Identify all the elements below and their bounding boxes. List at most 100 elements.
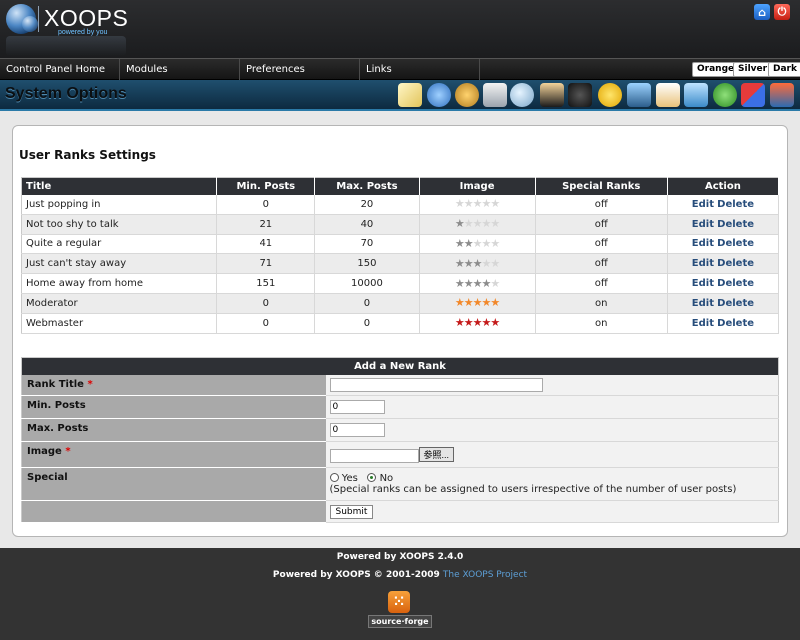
logo-text[interactable]: XOOPS (44, 5, 128, 32)
delete-link[interactable]: Delete (717, 219, 754, 230)
rank-star-icon: ★ (463, 217, 474, 231)
rank-special-cell: off (535, 234, 668, 255)
xoops-project-link[interactable]: The XOOPS Project (443, 570, 527, 580)
theme-dark-button[interactable]: Dark (768, 62, 800, 77)
rank-min-cell: 0 (216, 194, 316, 215)
delete-link[interactable]: Delete (717, 278, 754, 289)
delete-link[interactable]: Delete (717, 298, 754, 309)
nav-modules[interactable]: Modules (120, 59, 240, 80)
rank-image-cell: ★★★★★ (419, 313, 536, 334)
magnifier-icon[interactable] (510, 83, 534, 107)
rank-star-icon: ★ (454, 256, 465, 270)
display-icon[interactable] (770, 83, 794, 107)
rank-action-cell: Edit Delete (667, 273, 780, 294)
users-icon[interactable] (455, 83, 479, 107)
theme-silver-button[interactable]: Silver (733, 62, 773, 77)
rank-star-icon: ★ (472, 296, 483, 310)
required-mark: * (65, 446, 71, 457)
delete-link[interactable]: Delete (717, 258, 754, 269)
submit-button[interactable]: Submit (329, 504, 374, 519)
rank-special-cell: off (535, 214, 668, 235)
rank-min-cell: 71 (216, 253, 316, 275)
rank-title-cell: Just popping in (21, 194, 218, 215)
edit-link[interactable]: Edit (692, 258, 714, 269)
min-posts-label: Min. Posts (21, 395, 326, 419)
notepad-icon[interactable] (398, 83, 422, 107)
rank-star-icon: ★ (472, 316, 483, 330)
sourceforge-badge[interactable]: ⁙ source·forge (368, 591, 432, 629)
rank-max-cell: 10000 (314, 273, 420, 294)
special-cell: Yes No (Special ranks can be assigned to… (325, 467, 779, 501)
nav-links[interactable]: Links (360, 59, 480, 80)
form-row-submit: Submit (21, 500, 779, 523)
rank-star-icon: ★ (454, 276, 465, 290)
monitor-icon[interactable] (627, 83, 651, 107)
top-nav: Control Panel Home Modules Preferences L… (0, 58, 800, 80)
form-row-rank-title: Rank Title * (21, 374, 779, 396)
package-icon[interactable] (656, 83, 680, 107)
edit-link[interactable]: Edit (692, 278, 714, 289)
special-no-radio[interactable] (367, 473, 377, 482)
rank-title-cell (325, 374, 779, 396)
rank-title-cell: Quite a regular (21, 234, 218, 255)
rank-action-cell: Edit Delete (667, 214, 780, 235)
edit-link[interactable]: Edit (692, 199, 714, 210)
rss-icon: ⁙ (388, 591, 410, 613)
rank-image-cell: ★★★★★ (419, 214, 536, 235)
min-posts-input[interactable] (329, 400, 385, 414)
image-file-input[interactable] (329, 448, 419, 463)
rank-action-cell: Edit Delete (667, 194, 780, 215)
rank-min-cell: 0 (216, 313, 316, 334)
rank-image-cell: ★★★★★ (419, 234, 536, 255)
submit-cell: Submit (325, 500, 779, 523)
max-posts-input[interactable] (329, 423, 385, 437)
delete-link[interactable]: Delete (717, 238, 754, 249)
nav-preferences[interactable]: Preferences (240, 59, 360, 80)
rank-image-cell: ★★★★★ (419, 273, 536, 294)
rank-star-icon: ★ (454, 316, 465, 330)
ranks-table: Title Min. Posts Max. Posts Image Specia… (21, 177, 780, 334)
form-title: Add a New Rank (21, 357, 779, 375)
rank-star-icon: ★ (490, 316, 500, 330)
browse-button[interactable]: 参照... (418, 446, 455, 462)
special-yes-label[interactable]: Yes (342, 473, 358, 484)
delete-link[interactable]: Delete (717, 318, 754, 329)
max-posts-label: Max. Posts (21, 418, 326, 442)
toolbar-title: System Options (5, 85, 127, 102)
table-row: Webmaster 0 0 ★★★★★ on Edit Delete (21, 313, 780, 334)
image-cell: 参照... (325, 441, 779, 468)
col-title: Title (21, 177, 218, 195)
star-icon[interactable] (568, 83, 592, 107)
nav-control-panel-home[interactable]: Control Panel Home (0, 59, 120, 80)
edit-link[interactable]: Edit (692, 219, 714, 230)
special-no-label[interactable]: No (380, 473, 394, 484)
delete-link[interactable]: Delete (717, 199, 754, 210)
ranks-table-header: Title Min. Posts Max. Posts Image Specia… (21, 177, 780, 195)
rank-title-input[interactable] (329, 377, 543, 392)
rank-star-icon: ★ (454, 197, 465, 211)
rank-min-cell: 151 (216, 273, 316, 294)
logout-icon[interactable]: ⏻ (774, 4, 790, 20)
rank-star-icon: ★ (472, 217, 483, 231)
rank-star-icon: ★ (490, 217, 500, 231)
edit-link[interactable]: Edit (692, 238, 714, 249)
images-icon[interactable] (684, 83, 708, 107)
globe-icon[interactable] (427, 83, 451, 107)
rank-star-icon: ★ (490, 236, 500, 250)
form-row-image: Image * 参照... (21, 441, 779, 468)
user-icon[interactable] (540, 83, 564, 107)
edit-link[interactable]: Edit (692, 298, 714, 309)
col-action: Action (667, 177, 780, 195)
logo-divider (38, 6, 39, 32)
house-icon[interactable] (483, 83, 507, 107)
groups-icon[interactable] (713, 83, 737, 107)
smiley-icon[interactable] (598, 83, 622, 107)
table-row: Just can't stay away 71 150 ★★★★★ off Edit De… (21, 253, 780, 275)
special-yes-radio[interactable] (329, 473, 339, 482)
home-icon[interactable]: ⌂ (754, 4, 770, 20)
image-label: Image * (21, 441, 326, 468)
edit-link[interactable]: Edit (692, 318, 714, 329)
rank-action-cell: Edit Delete (667, 234, 780, 255)
blocks-icon[interactable] (741, 83, 765, 107)
rank-star-icon: ★ (463, 197, 474, 211)
